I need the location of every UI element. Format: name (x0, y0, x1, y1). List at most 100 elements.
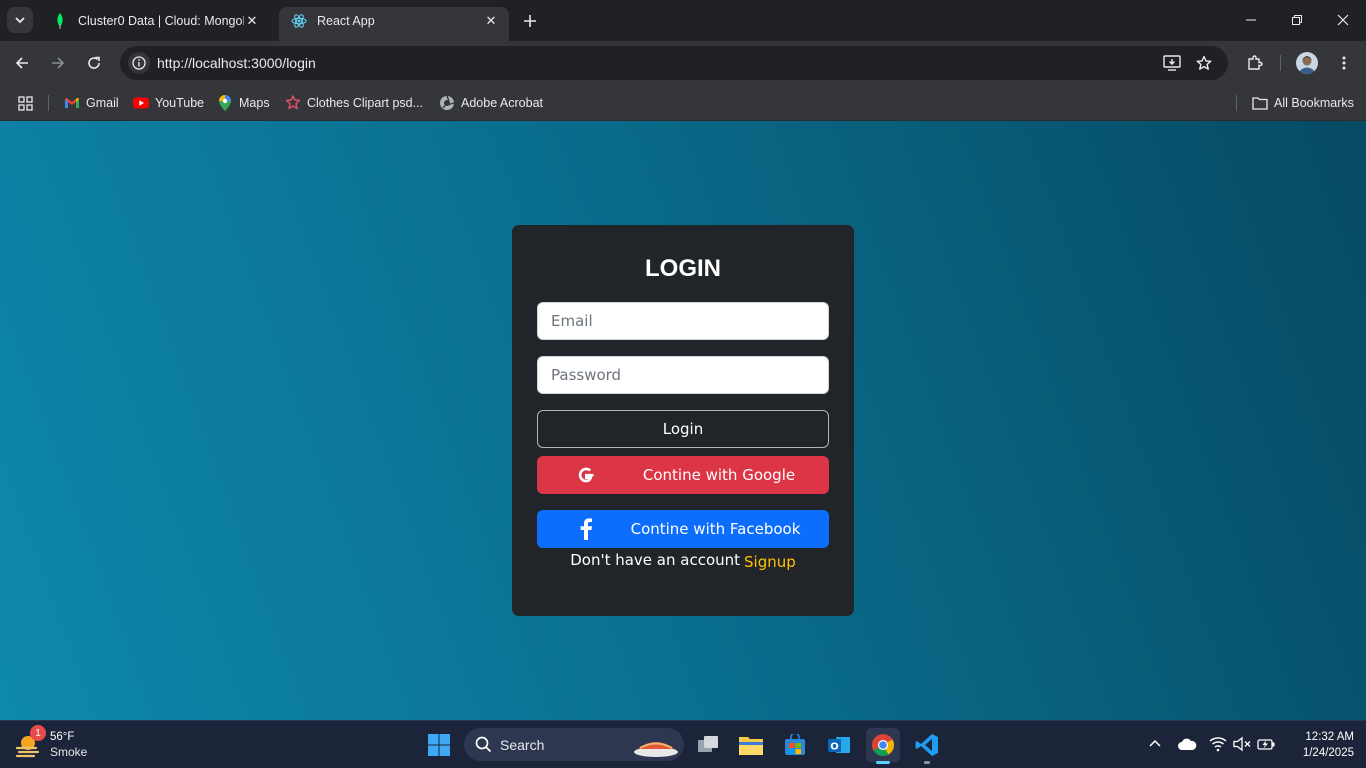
svg-text:O: O (830, 742, 839, 753)
email-input[interactable] (537, 302, 829, 340)
weather-condition: Smoke (50, 745, 88, 759)
bookmark-label: Clothes Clipart psd... (307, 96, 424, 110)
bookmark-clothes-clipart[interactable]: Clothes Clipart psd... (285, 92, 423, 114)
bookmark-gmail[interactable]: Gmail (64, 92, 119, 114)
wifi-icon[interactable] (1207, 733, 1229, 755)
folder-icon (739, 737, 763, 755)
react-icon (291, 13, 307, 29)
no-account-text: Don't have an account (570, 551, 741, 569)
chevron-up-icon (1149, 739, 1161, 747)
new-tab-button[interactable] (518, 9, 542, 33)
close-icon[interactable]: ✕ (244, 13, 260, 29)
outlook-icon: O (828, 737, 850, 753)
more-vert-icon (1342, 56, 1346, 70)
arrow-left-icon (15, 57, 28, 69)
maps-icon (217, 95, 233, 111)
back-button[interactable] (8, 49, 36, 77)
apps-grid-icon (17, 95, 33, 111)
start-button[interactable] (422, 728, 456, 762)
bookmarks-divider (1236, 95, 1237, 111)
clock-time: 12:32 AM (1305, 731, 1354, 743)
facebook-icon (575, 518, 597, 540)
vscode-icon (915, 734, 938, 756)
forward-button[interactable] (44, 49, 72, 77)
vscode-button[interactable] (910, 728, 944, 764)
chrome-button[interactable] (866, 728, 900, 764)
bookmarks-bar: Gmail YouTube Maps Clothes Clipart psd..… (0, 85, 1366, 121)
minimize-button[interactable] (1228, 0, 1274, 40)
tab-strip: Cluster0 Data | Cloud: MongoDB ✕ React A… (0, 0, 1366, 41)
page-background: LOGIN Login Contine with Google Contine … (0, 121, 1366, 720)
microsoft-store-button[interactable] (778, 728, 812, 762)
windows-logo-icon (428, 734, 450, 756)
windows-taskbar: 1 56°F Smoke Search O 12:32 AM 1/24/2025 (0, 720, 1366, 768)
site-info-icon[interactable] (128, 52, 150, 74)
login-title: LOGIN (645, 255, 721, 282)
extensions-button[interactable] (1241, 49, 1269, 77)
acrobat-icon (439, 95, 455, 111)
bookmark-label: Maps (239, 96, 270, 110)
google-login-button[interactable]: Contine with Google (537, 456, 829, 494)
google-icon (575, 464, 597, 486)
star-icon[interactable] (1194, 53, 1214, 73)
onedrive-icon[interactable] (1176, 733, 1198, 755)
search-label: Search (500, 736, 545, 753)
login-button-label: Login (662, 420, 704, 438)
file-explorer-button[interactable] (734, 728, 768, 762)
signup-prompt: Don't have an account Signup (512, 551, 854, 571)
facebook-login-button[interactable]: Contine with Facebook (537, 510, 829, 548)
task-view-button[interactable] (691, 728, 725, 762)
taskbar-search[interactable]: Search (464, 728, 684, 761)
bookmark-maps[interactable]: Maps (217, 92, 270, 114)
bookmark-label: Gmail (86, 96, 119, 110)
reload-icon (88, 56, 100, 69)
youtube-icon (133, 95, 149, 111)
active-indicator (876, 761, 890, 764)
bookmark-youtube[interactable]: YouTube (133, 92, 204, 114)
store-icon (785, 734, 805, 755)
system-clock[interactable]: 12:32 AM 1/24/2025 (1284, 729, 1354, 761)
outlook-button[interactable]: O (822, 728, 856, 762)
weather-widget[interactable]: 1 56°F Smoke (14, 725, 88, 763)
tab-title: React App (317, 14, 375, 28)
tab-search-button[interactable] (7, 7, 33, 33)
bookmarks-divider (48, 95, 49, 111)
chevron-down-icon (15, 17, 25, 24)
login-button[interactable]: Login (537, 410, 829, 448)
weather-temp: 56°F (50, 731, 75, 743)
puzzle-icon (1248, 55, 1263, 70)
arrow-right-icon (52, 57, 65, 69)
close-icon (1337, 14, 1349, 26)
tab-react-app[interactable]: React App ✕ (279, 7, 509, 41)
avatar-icon (1296, 52, 1318, 74)
pie-illustration-icon (634, 742, 678, 757)
close-icon[interactable]: ✕ (483, 13, 499, 29)
restore-icon (1292, 15, 1302, 25)
all-bookmarks-button[interactable]: All Bookmarks (1252, 92, 1354, 114)
show-hidden-icons-button[interactable] (1144, 733, 1166, 755)
reload-button[interactable] (80, 49, 108, 77)
menu-button[interactable] (1330, 49, 1358, 77)
plus-icon (524, 15, 536, 27)
close-window-button[interactable] (1320, 0, 1366, 40)
gmail-icon (64, 95, 80, 111)
bookmark-label: Adobe Acrobat (461, 96, 544, 110)
address-bar[interactable]: http://localhost:3000/login (120, 46, 1228, 80)
apps-button[interactable] (17, 92, 39, 114)
install-app-icon[interactable] (1162, 53, 1182, 73)
task-view-icon (698, 736, 718, 752)
chrome-icon (872, 734, 894, 756)
signup-link[interactable]: Signup (744, 553, 796, 571)
battery-charging-icon[interactable] (1255, 733, 1277, 755)
folder-icon (1252, 95, 1268, 111)
bookmark-adobe-acrobat[interactable]: Adobe Acrobat (439, 92, 543, 114)
profile-avatar[interactable] (1293, 49, 1321, 77)
password-input[interactable] (537, 356, 829, 394)
url-text: http://localhost:3000/login (157, 55, 316, 71)
volume-muted-icon[interactable] (1231, 733, 1253, 755)
tab-mongodb[interactable]: Cluster0 Data | Cloud: MongoDB ✕ (40, 7, 270, 41)
login-card: LOGIN Login Contine with Google Contine … (512, 225, 854, 616)
toolbar-divider (1280, 55, 1281, 71)
restore-button[interactable] (1274, 0, 1320, 40)
bookmark-label: YouTube (155, 96, 205, 110)
